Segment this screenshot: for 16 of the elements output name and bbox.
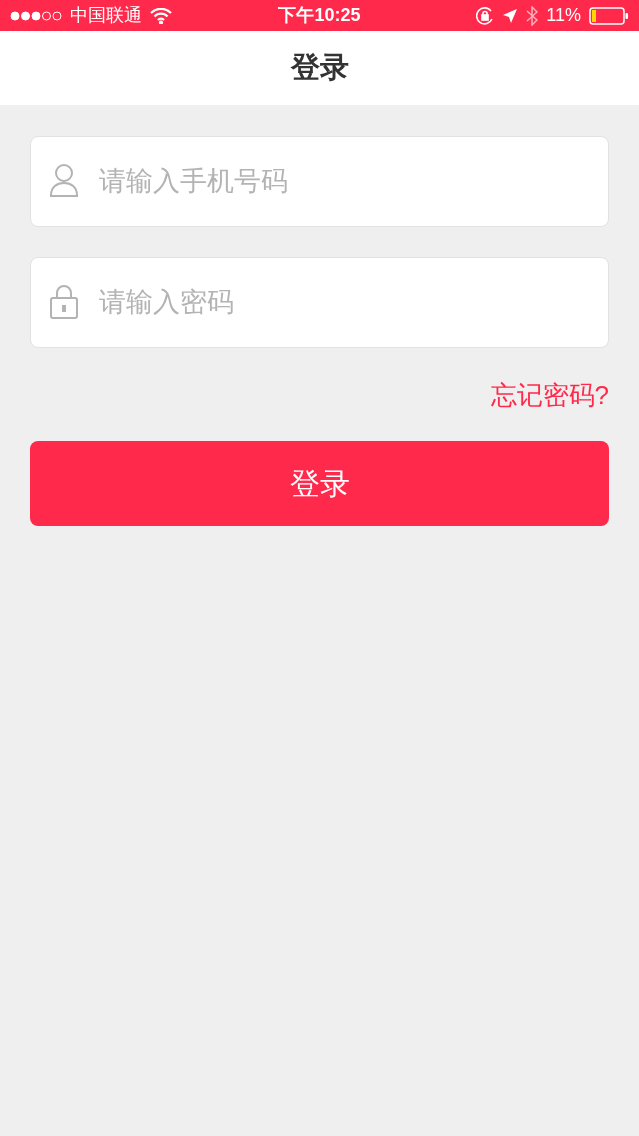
wifi-icon [150,7,172,24]
phone-field[interactable]: 请输入手机号码 [30,136,609,227]
forgot-password-link[interactable]: 忘记密码? [490,376,609,415]
password-field[interactable]: 请输入密码 [30,257,609,348]
clock-time: 下午10:25 [278,4,361,27]
lock-icon [49,284,79,320]
carrier-name: 中国联通 [70,4,142,27]
battery-percentage: 11% [546,4,581,27]
bluetooth-icon [526,5,539,26]
user-icon [49,163,79,199]
location-arrow-icon [502,7,519,24]
battery-icon [589,6,629,25]
page-title: 登录 [290,50,349,86]
rotation-lock-icon [476,6,495,25]
signal-icon [10,10,62,21]
login-button[interactable]: 登录 [30,441,609,526]
